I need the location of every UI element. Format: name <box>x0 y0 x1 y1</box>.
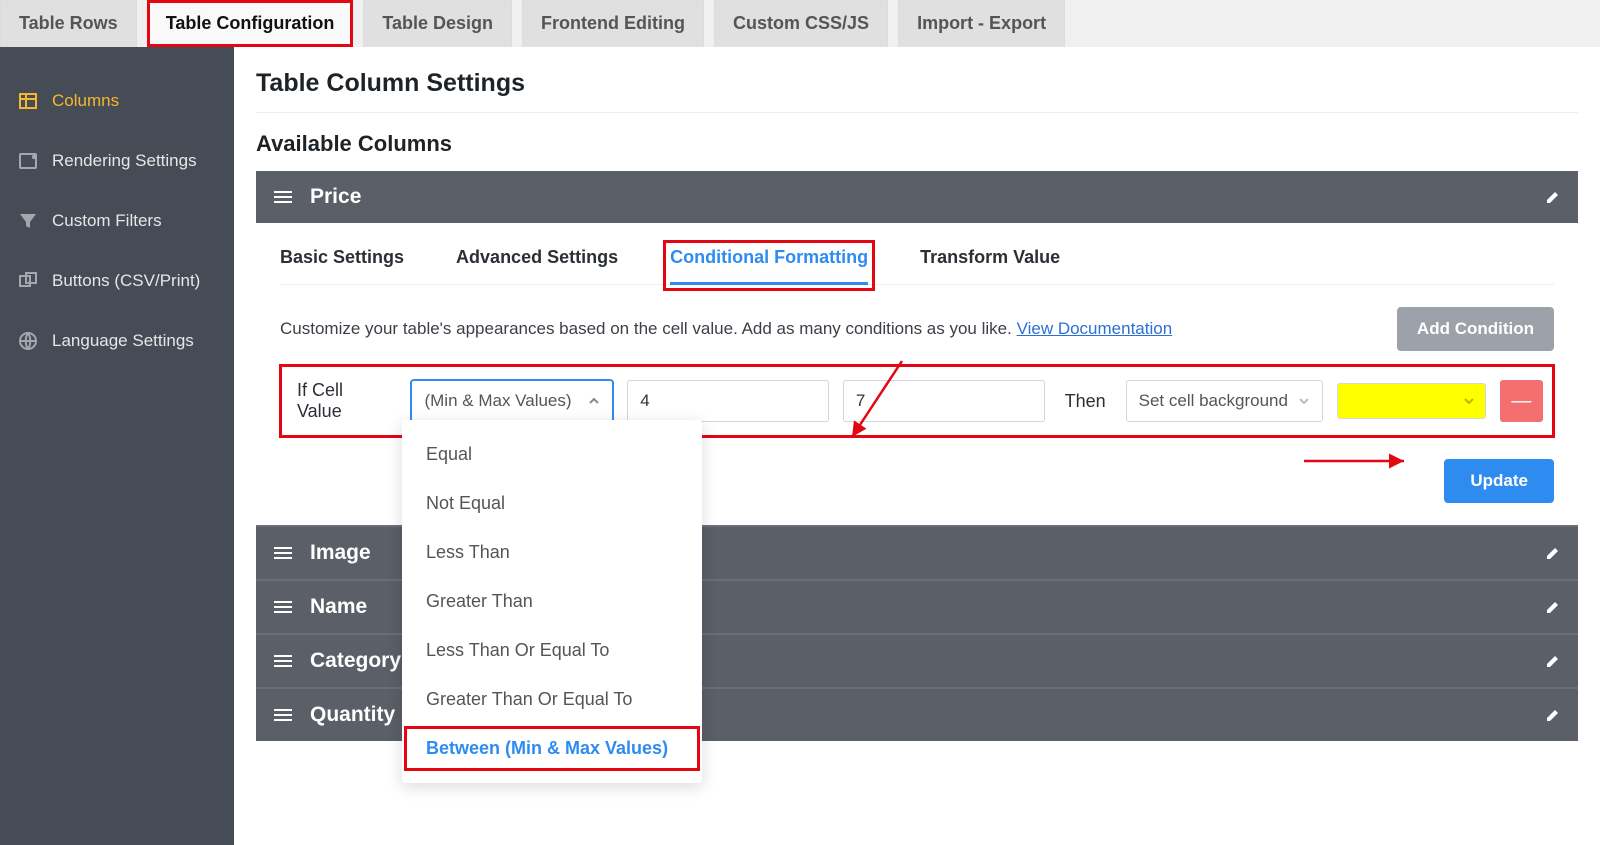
dropdown-option-equal[interactable]: Equal <box>402 430 702 479</box>
dropdown-option-greater-than[interactable]: Greater Than <box>402 577 702 626</box>
page-title: Table Column Settings <box>256 69 1578 98</box>
drag-handle-icon[interactable] <box>274 708 292 722</box>
edit-icon[interactable] <box>1546 546 1560 560</box>
language-icon <box>18 331 38 351</box>
add-condition-button[interactable]: Add Condition <box>1397 307 1554 351</box>
edit-icon[interactable] <box>1546 600 1560 614</box>
annotation-arrow-update <box>1304 451 1414 471</box>
columns-icon <box>18 91 38 111</box>
remove-condition-button[interactable]: — <box>1500 380 1543 422</box>
column-header-label: Image <box>310 541 371 565</box>
sidebar-item-rendering[interactable]: Rendering Settings <box>0 131 234 191</box>
tab-conditional-formatting[interactable]: Conditional Formatting <box>670 247 868 284</box>
tab-table-configuration[interactable]: Table Configuration <box>147 0 354 47</box>
tab-table-design[interactable]: Table Design <box>363 0 512 47</box>
dropdown-option-less-than[interactable]: Less Than <box>402 528 702 577</box>
top-tabs: Table Rows Table Configuration Table Des… <box>0 0 1600 47</box>
dropdown-option-between[interactable]: Between (Min & Max Values) <box>402 724 702 773</box>
minus-icon: — <box>1511 390 1531 413</box>
tab-basic-settings[interactable]: Basic Settings <box>280 247 404 284</box>
sidebar-item-label: Rendering Settings <box>52 151 197 171</box>
max-value-input[interactable]: 7 <box>843 380 1045 422</box>
divider <box>256 112 1578 113</box>
sidebar-item-language[interactable]: Language Settings <box>0 311 234 371</box>
sidebar-item-label: Language Settings <box>52 331 194 351</box>
dropdown-option-not-equal[interactable]: Not Equal <box>402 479 702 528</box>
column-header-label: Price <box>310 185 361 209</box>
operator-select-value: (Min & Max Values) <box>424 391 571 411</box>
dropdown-option-gte[interactable]: Greater Than Or Equal To <box>402 675 702 724</box>
inner-tabs: Basic Settings Advanced Settings Conditi… <box>280 247 1554 285</box>
edit-icon[interactable] <box>1546 654 1560 668</box>
chevron-up-icon <box>588 395 600 407</box>
tab-frontend-editing[interactable]: Frontend Editing <box>522 0 704 47</box>
chevron-down-icon <box>1298 395 1310 407</box>
main-content: Table Column Settings Available Columns … <box>234 47 1600 845</box>
column-header-label: Category <box>310 649 401 673</box>
sidebar-item-label: Buttons (CSV/Print) <box>52 271 200 291</box>
dropdown-option-lte[interactable]: Less Than Or Equal To <box>402 626 702 675</box>
drag-handle-icon[interactable] <box>274 654 292 668</box>
column-header-price[interactable]: Price <box>256 171 1578 223</box>
drag-handle-icon[interactable] <box>274 190 292 204</box>
tab-table-rows[interactable]: Table Rows <box>0 0 137 47</box>
color-picker[interactable] <box>1337 383 1485 419</box>
column-settings-panel: Basic Settings Advanced Settings Conditi… <box>256 223 1578 525</box>
sidebar-item-label: Custom Filters <box>52 211 162 231</box>
sidebar: Columns Rendering Settings Custom Filter… <box>0 47 234 845</box>
min-value-input[interactable]: 4 <box>627 380 829 422</box>
tab-custom-css-js[interactable]: Custom CSS/JS <box>714 0 888 47</box>
action-select[interactable]: Set cell background <box>1126 380 1324 422</box>
drag-handle-icon[interactable] <box>274 546 292 560</box>
view-documentation-link[interactable]: View Documentation <box>1017 319 1173 338</box>
sidebar-item-columns[interactable]: Columns <box>0 71 234 131</box>
operator-select[interactable]: (Min & Max Values) <box>411 380 613 422</box>
tab-import-export[interactable]: Import - Export <box>898 0 1065 47</box>
tab-transform-value[interactable]: Transform Value <box>920 247 1060 284</box>
action-select-value: Set cell background <box>1139 391 1288 411</box>
sidebar-item-buttons[interactable]: Buttons (CSV/Print) <box>0 251 234 311</box>
if-cell-value-label: If Cell Value <box>291 380 397 422</box>
edit-icon[interactable] <box>1546 190 1560 204</box>
description-text: Customize your table's appearances based… <box>280 319 1172 339</box>
update-button[interactable]: Update <box>1444 459 1554 503</box>
filter-icon <box>18 211 38 231</box>
buttons-icon <box>18 271 38 291</box>
sidebar-item-filters[interactable]: Custom Filters <box>0 191 234 251</box>
rendering-icon <box>18 151 38 171</box>
edit-icon[interactable] <box>1546 708 1560 722</box>
then-label: Then <box>1059 391 1112 412</box>
operator-dropdown: Equal Not Equal Less Than Greater Than L… <box>402 420 702 783</box>
drag-handle-icon[interactable] <box>274 600 292 614</box>
available-columns-title: Available Columns <box>256 131 1578 157</box>
column-header-label: Name <box>310 595 367 619</box>
tab-advanced-settings[interactable]: Advanced Settings <box>456 247 618 284</box>
sidebar-item-label: Columns <box>52 91 119 111</box>
chevron-down-icon <box>1463 395 1475 407</box>
column-header-label: Quantity <box>310 703 395 727</box>
